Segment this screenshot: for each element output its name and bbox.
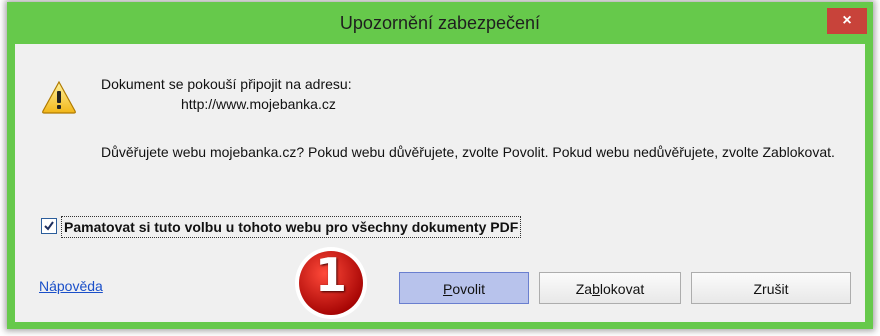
checkmark-icon [44, 221, 54, 231]
dialog-body: Dokument se pokouší připojit na adresu: … [15, 44, 865, 322]
message-line-1: Dokument se pokouší připojit na adresu: [101, 76, 352, 92]
remember-checkbox-label[interactable]: Pamatovat si tuto volbu u tohoto webu pr… [61, 216, 522, 238]
step-number-badge: 1 [292, 244, 370, 322]
security-warning-dialog: Upozornění zabezpečení × Dokument se pok… [7, 2, 873, 329]
remember-checkbox[interactable] [41, 218, 57, 234]
step-number: 1 [314, 248, 347, 302]
close-button[interactable]: × [827, 8, 867, 34]
block-button[interactable]: Zablokovat [539, 272, 681, 304]
target-url: http://www.mojebanka.cz [181, 96, 336, 112]
help-link[interactable]: Nápověda [39, 278, 103, 294]
dialog-title: Upozornění zabezpečení [339, 13, 541, 33]
cancel-button[interactable]: Zrušit [691, 272, 851, 304]
allow-label-key: P [442, 281, 453, 297]
warning-triangle-icon [41, 80, 77, 114]
trust-question: Důvěřujete webu mojebanka.cz? Pokud webu… [101, 144, 835, 160]
title-bar[interactable]: Upozornění zabezpečení × [7, 2, 873, 44]
block-label-post: lokovat [599, 281, 645, 297]
allow-label-post: ovolit [452, 281, 486, 297]
allow-button[interactable]: Povolit [399, 272, 529, 304]
block-label-key: b [592, 281, 600, 297]
block-label-pre: Za [575, 281, 593, 297]
